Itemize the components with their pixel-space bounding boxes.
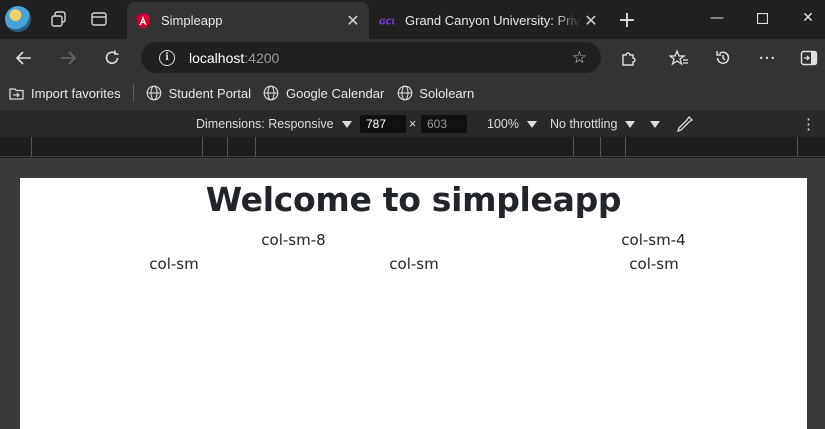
throttling-label: No throttling — [550, 117, 618, 131]
close-tab-icon[interactable]: ✕ — [343, 11, 363, 31]
new-tab-button[interactable]: + — [615, 8, 639, 33]
dimensions-dropdown[interactable]: Dimensions: Responsive — [196, 110, 352, 138]
zoom-label: 100% — [487, 117, 519, 131]
tab-gcu[interactable]: GCU Grand Canyon University: Private Chr… — [371, 2, 607, 39]
grid-cell: col-sm — [389, 255, 439, 273]
width-field[interactable]: 787 — [360, 110, 406, 138]
favorites-bar: Import favorites Student Portal Google C… — [0, 77, 825, 109]
tab-simpleapp[interactable]: Simpleapp ✕ — [127, 2, 369, 39]
width-input[interactable]: 787 — [360, 115, 406, 133]
media-query-ruler — [0, 137, 825, 157]
tab-actions-icon[interactable] — [88, 8, 110, 30]
back-button[interactable] — [10, 45, 38, 71]
close-tab-icon[interactable]: ✕ — [581, 11, 601, 31]
times-symbol: × — [409, 117, 417, 131]
ruler-tick — [202, 137, 203, 157]
globe-icon — [396, 85, 413, 102]
ruler-tick — [31, 137, 32, 157]
ruler-tick — [625, 137, 626, 157]
height-field[interactable]: 603 — [421, 110, 467, 138]
device-toolbar: Dimensions: Responsive 787 × 603 100% No… — [0, 109, 825, 137]
grid-cell: col-sm-4 — [621, 231, 686, 249]
gcu-icon: GCU — [379, 13, 395, 29]
ruler-tick — [797, 137, 798, 157]
ruler-tick — [255, 137, 256, 157]
favorite-star-icon[interactable]: ☆ — [572, 48, 587, 68]
angular-icon — [135, 12, 151, 29]
chevron-down-icon — [341, 120, 352, 128]
import-icon — [8, 85, 25, 102]
ruler-tick — [573, 137, 574, 157]
globe-icon — [146, 85, 163, 102]
ruler-tick — [227, 137, 228, 157]
navigation-toolbar: i localhost:4200 ☆ ··· — [0, 39, 825, 77]
bookmark-label: Google Calendar — [285, 85, 385, 101]
grid-cell: col-sm-8 — [261, 231, 326, 249]
maximize-button[interactable] — [742, 6, 782, 30]
page-title: Welcome to simpleapp — [205, 180, 622, 219]
close-window-button[interactable]: ✕ — [788, 6, 825, 30]
refresh-button[interactable] — [98, 45, 126, 71]
extensions-icon[interactable] — [615, 45, 643, 71]
bookmark-sololearn[interactable]: Sololearn — [390, 80, 480, 106]
grid-cell: col-sm — [149, 255, 199, 273]
dimensions-label: Dimensions: Responsive — [196, 117, 334, 131]
zoom-dropdown[interactable]: 100% — [487, 110, 537, 138]
page-viewport: Welcome to simpleapp col-sm-8 col-sm-4 c… — [20, 178, 807, 429]
workspaces-icon[interactable] — [48, 8, 70, 30]
address-url[interactable]: localhost:4200 — [189, 50, 279, 66]
chevron-down-icon — [526, 120, 537, 128]
throttling-dropdown[interactable]: No throttling — [550, 110, 636, 138]
favorites-icon[interactable] — [665, 45, 693, 71]
sidebar-toggle-icon[interactable] — [795, 45, 823, 71]
bookmark-label: Student Portal — [168, 85, 251, 101]
history-icon[interactable] — [709, 45, 737, 71]
ruler-tick — [600, 137, 601, 157]
globe-icon — [263, 85, 280, 102]
bookmark-label: Sololearn — [419, 85, 475, 101]
kebab-menu-icon[interactable]: ⋮ — [801, 110, 816, 138]
forward-button[interactable] — [54, 45, 82, 71]
bookmark-student-portal[interactable]: Student Portal — [140, 80, 257, 106]
chevron-down-icon — [625, 120, 636, 128]
grid-cell: col-sm — [629, 255, 679, 273]
svg-text:GCU: GCU — [379, 17, 395, 25]
site-info-icon[interactable]: i — [159, 49, 175, 66]
profile-avatar[interactable] — [5, 6, 31, 32]
eyedropper-icon[interactable] — [676, 110, 694, 138]
bookmark-google-calendar[interactable]: Google Calendar — [257, 80, 390, 106]
bookmark-import-favorites[interactable]: Import favorites — [2, 80, 127, 106]
dimension-separator: × — [409, 110, 416, 138]
bookmark-label: Import favorites — [31, 85, 121, 101]
tab-title: Grand Canyon University: Private Christi… — [405, 13, 581, 28]
height-input[interactable]: 603 — [421, 115, 467, 133]
address-bar[interactable]: i localhost:4200 ☆ — [141, 42, 601, 73]
chevron-down-icon — [650, 120, 660, 128]
tab-strip: Simpleapp ✕ GCU Grand Canyon University:… — [0, 0, 825, 39]
more-options-dropdown[interactable] — [650, 110, 660, 138]
minimize-button[interactable]: — — [697, 6, 737, 30]
more-menu-icon[interactable]: ··· — [753, 45, 781, 71]
bookmark-separator — [132, 84, 134, 102]
tab-title: Simpleapp — [161, 13, 223, 28]
